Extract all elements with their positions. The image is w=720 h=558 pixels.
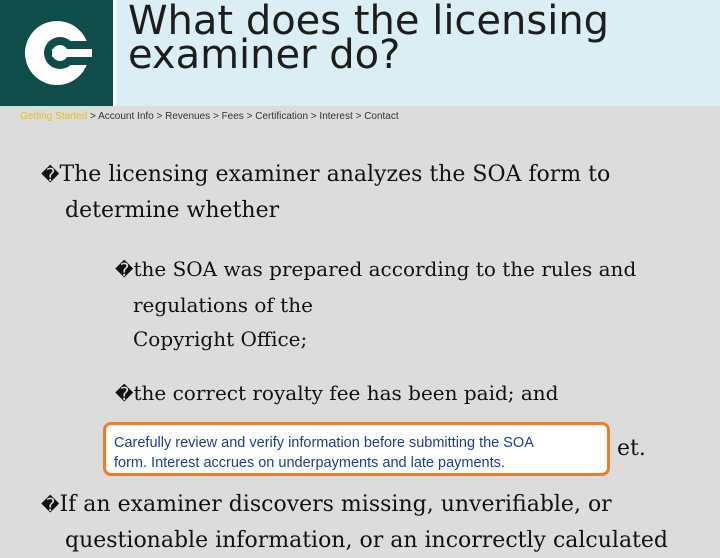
paragraph-2-line-2: questionable information, or an incorrec… bbox=[65, 528, 669, 553]
tooltip-line-1: Carefully review and verify information … bbox=[114, 435, 534, 451]
sub-bullet-1: �the SOA was prepared according to the r… bbox=[115, 252, 636, 356]
paragraph-2: �If an examiner discovers missing, unver… bbox=[41, 487, 668, 558]
sub-bullet-3-tail: et. bbox=[617, 436, 646, 461]
sub-bullet-2: �the correct royalty fee has been paid; … bbox=[115, 376, 559, 412]
bullet-icon: � bbox=[41, 165, 60, 186]
sub-bullet-1-line-2: regulations of the bbox=[133, 293, 313, 317]
paragraph-1-line-2: determine whether bbox=[65, 198, 280, 223]
bullet-icon: � bbox=[115, 384, 134, 405]
bullet-icon: � bbox=[115, 260, 134, 281]
warning-tooltip: Carefully review and verify information … bbox=[103, 422, 610, 476]
sub-bullet-1-line-3: Copyright Office; bbox=[133, 327, 308, 351]
paragraph-1: �The licensing examiner analyzes the SOA… bbox=[41, 157, 610, 228]
paragraph-1-line-1: The licensing examiner analyzes the SOA … bbox=[59, 162, 611, 187]
paragraph-2-line-1: If an examiner discovers missing, unveri… bbox=[59, 492, 612, 517]
sub-bullet-2-line-1: the correct royalty fee has been paid; a… bbox=[133, 381, 559, 405]
bullet-icon: � bbox=[41, 495, 60, 516]
tooltip-line-2: form. Interest accrues on underpayments … bbox=[114, 455, 505, 471]
sub-bullet-1-line-1: the SOA was prepared according to the ru… bbox=[133, 257, 637, 281]
